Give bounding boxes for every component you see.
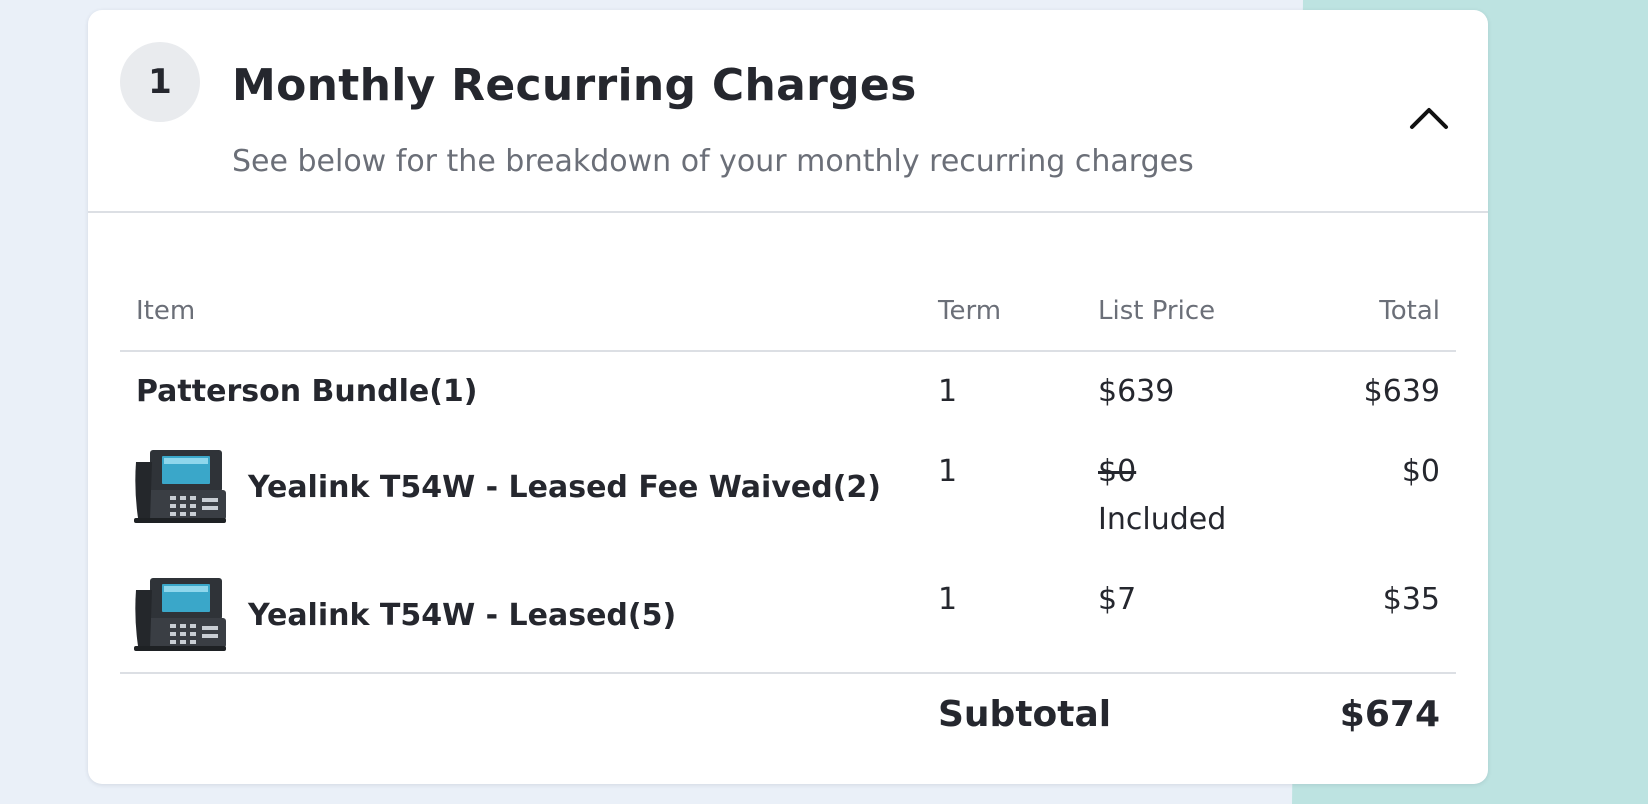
desk-phone-icon [134, 450, 226, 523]
column-header-total: Total [1379, 296, 1440, 326]
row-total: $0 [1401, 454, 1440, 489]
chevron-up-icon [1410, 108, 1448, 129]
column-header-item: Item [136, 296, 196, 326]
section-title: Monthly Recurring Charges [232, 60, 917, 111]
row-list-price-note: Included [1098, 502, 1227, 537]
row-item-name: Yealink T54W - Leased(5) [248, 598, 677, 633]
row-list-price-original: $0 [1098, 454, 1137, 489]
row-list-price: $7 [1098, 582, 1137, 617]
row-total: $35 [1382, 582, 1440, 617]
row-item-name: Yealink T54W - Leased Fee Waived(2) [248, 470, 881, 505]
row-total: $639 [1363, 374, 1440, 409]
section-header: 1 Monthly Recurring Charges See below fo… [88, 10, 1488, 213]
row-list-price: $639 [1098, 374, 1175, 409]
row-term: 1 [938, 582, 958, 617]
subtotal-value: $674 [1339, 694, 1440, 735]
step-number-badge: 1 [120, 42, 200, 122]
row-term: 1 [938, 374, 958, 409]
row-term: 1 [938, 454, 958, 489]
collapse-button[interactable] [1402, 90, 1456, 144]
column-header-list-price: List Price [1098, 296, 1216, 326]
column-header-term: Term [938, 296, 1002, 326]
subtotal-label: Subtotal [938, 694, 1112, 735]
row-item-name: Patterson Bundle(1) [136, 374, 478, 409]
header-divider [120, 350, 1456, 352]
section-subtitle: See below for the breakdown of your mont… [232, 144, 1194, 179]
desk-phone-icon [134, 578, 226, 651]
subtotal-divider [120, 672, 1456, 674]
